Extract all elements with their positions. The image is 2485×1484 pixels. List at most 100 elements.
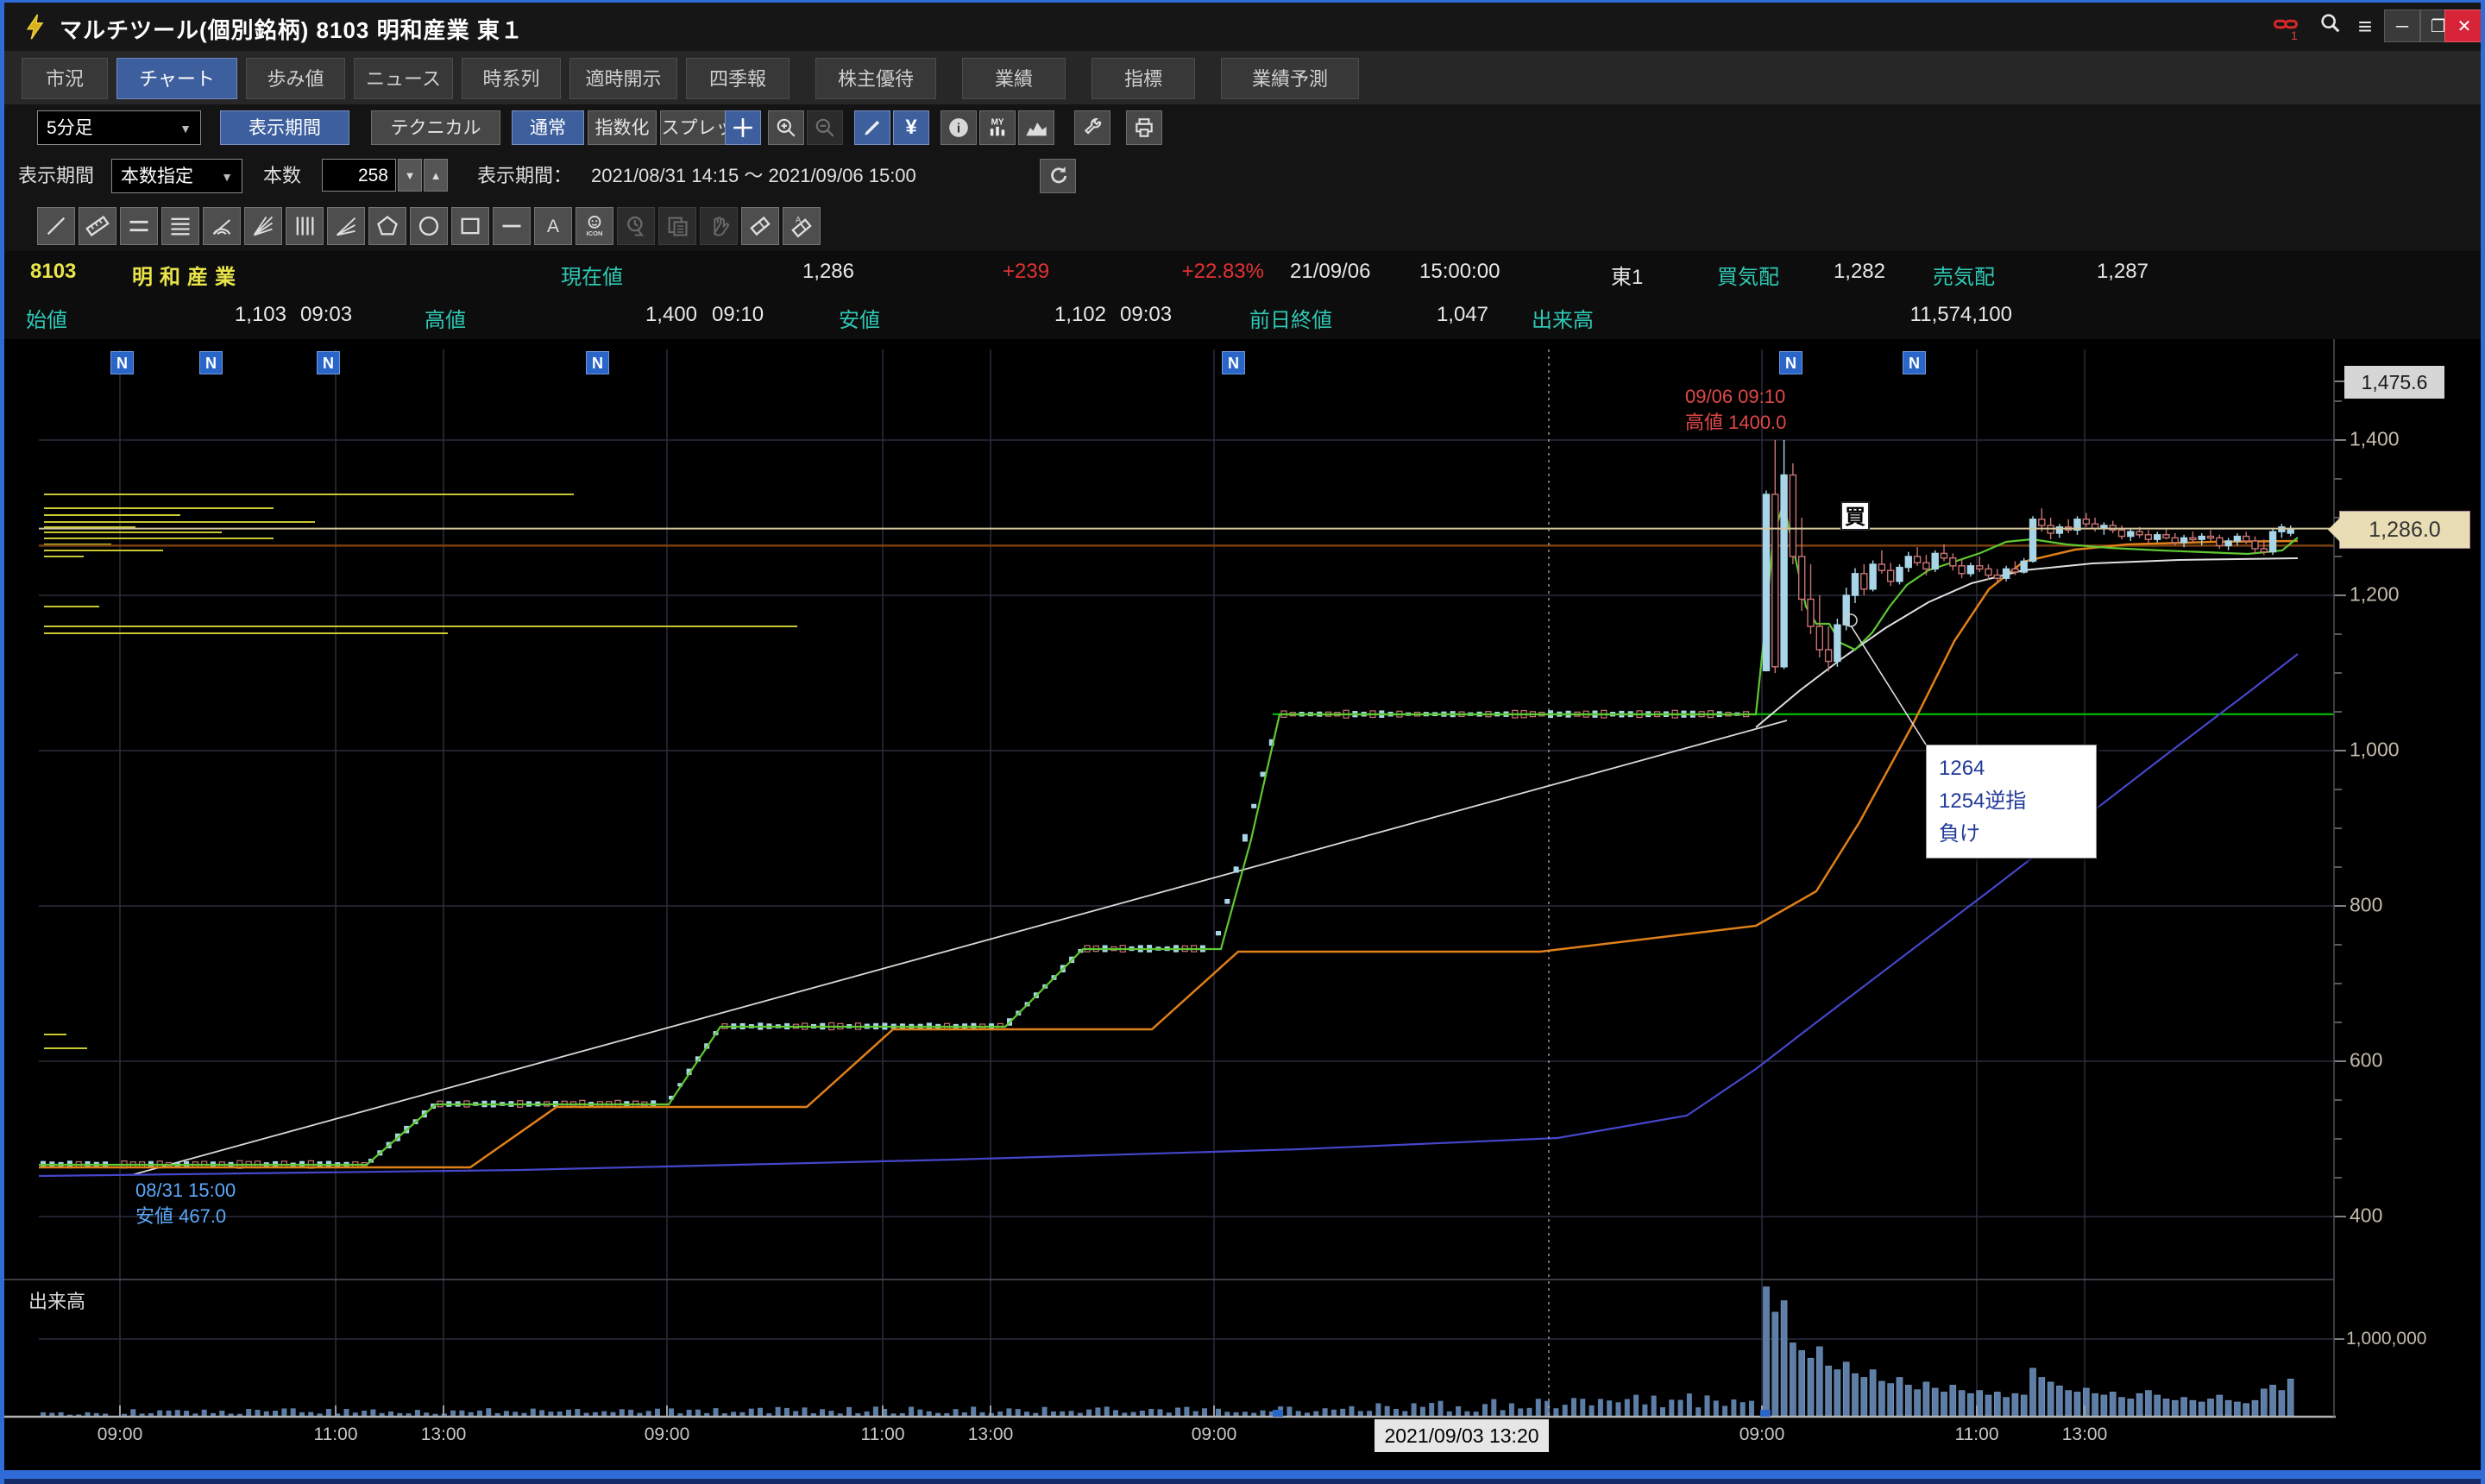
volume-bar: [1042, 1407, 1047, 1416]
tab-6[interactable]: 四季報: [686, 58, 790, 99]
text-icon[interactable]: A: [534, 207, 572, 245]
high-time: 09:10: [712, 303, 764, 327]
zoom-in-icon[interactable]: [768, 110, 804, 145]
eraser-text-icon[interactable]: A: [783, 207, 821, 245]
vertical-lines-icon[interactable]: [286, 207, 324, 245]
pencil-icon[interactable]: [854, 110, 890, 145]
news-marker-icon[interactable]: N: [1903, 351, 1926, 374]
info-icon[interactable]: i: [941, 110, 977, 145]
toolbar-button-2[interactable]: 通常: [512, 110, 584, 145]
news-marker-icon[interactable]: N: [199, 351, 223, 374]
hsegment-icon[interactable]: [493, 207, 531, 245]
tab-7[interactable]: 株主優待: [815, 58, 936, 99]
fibonacci-arcs-icon[interactable]: [203, 207, 241, 245]
fan-lines-icon[interactable]: [244, 207, 282, 245]
volume-bar: [175, 1410, 180, 1416]
trendline-icon[interactable]: [37, 207, 75, 245]
open-price: 1,103: [157, 303, 286, 327]
tab-5[interactable]: 適時開示: [569, 58, 677, 99]
news-marker-icon[interactable]: N: [1222, 351, 1245, 374]
toolbar-button-1[interactable]: テクニカル: [371, 110, 500, 145]
volume-bar: [1167, 1412, 1172, 1416]
tab-2[interactable]: 歩み値: [246, 58, 345, 99]
svg-text:A: A: [547, 217, 559, 236]
period-mode-select[interactable]: 本数指定▼: [111, 159, 242, 193]
news-marker-icon[interactable]: N: [586, 351, 609, 374]
volume-bar: [1261, 1411, 1266, 1416]
circle-icon[interactable]: [410, 207, 448, 245]
candle: [2190, 538, 2196, 539]
chart-area[interactable]: NNNNNNN1,4001,2001,00080060040009:0011:0…: [4, 339, 2485, 1484]
candle: [2225, 541, 2231, 545]
emoji-icon-icon[interactable]: ICON: [576, 207, 613, 245]
speed-lines-icon[interactable]: [327, 207, 365, 245]
tab-1[interactable]: チャート: [116, 58, 237, 99]
pentagon-icon[interactable]: [368, 207, 406, 245]
tab-8[interactable]: 業績: [962, 58, 1066, 99]
news-marker-icon[interactable]: N: [317, 351, 340, 374]
wrench-icon[interactable]: [1074, 110, 1110, 145]
link-icon[interactable]: 1: [2268, 11, 2303, 42]
tab-9[interactable]: 指標: [1092, 58, 1195, 99]
volume-bar: [927, 1412, 932, 1416]
volume-bar: [1888, 1384, 1894, 1416]
volume-bar: [1500, 1410, 1506, 1416]
toolbar-button-0[interactable]: 表示期間: [220, 110, 349, 145]
menu-icon[interactable]: ≡: [2348, 11, 2382, 42]
my-candle-icon[interactable]: MY: [979, 110, 1016, 145]
minimize-button[interactable]: ─: [2384, 9, 2420, 42]
search-icon[interactable]: [2313, 11, 2348, 42]
eraser-icon[interactable]: [741, 207, 779, 245]
volume-bar: [1660, 1407, 1665, 1416]
news-marker-icon[interactable]: N: [1779, 351, 1802, 374]
count-decrement-button[interactable]: ▼: [398, 159, 422, 192]
svg-text:MY: MY: [991, 118, 1004, 128]
tab-10[interactable]: 業績予測: [1221, 58, 1359, 99]
volume-bar: [1033, 1413, 1038, 1416]
volume-bar: [1915, 1390, 1921, 1416]
window-title: マルチツール(個別銘柄) 8103 明和産業 東１: [60, 13, 524, 45]
volume-bar: [944, 1413, 949, 1416]
refresh-icon[interactable]: [1040, 159, 1076, 193]
volume-bar: [504, 1411, 509, 1416]
toolbar-button-3[interactable]: 指数化: [588, 110, 657, 145]
bar-count-input[interactable]: 258: [322, 159, 396, 192]
volume-bar: [433, 1414, 438, 1416]
count-increment-button[interactable]: ▲: [424, 159, 448, 192]
tab-3[interactable]: ニュース: [354, 58, 453, 99]
volume-bar: [1184, 1407, 1189, 1416]
volume-bar: [2004, 1398, 2010, 1416]
interval-select[interactable]: 5分足▼: [37, 110, 201, 145]
crosshair-icon[interactable]: [725, 110, 761, 145]
volume-bar: [1553, 1408, 1558, 1416]
tab-0[interactable]: 市況: [22, 58, 108, 99]
volume-bar: [865, 1412, 870, 1416]
yen-icon[interactable]: ¥: [893, 110, 929, 145]
volume-bar: [749, 1409, 754, 1416]
two-hlines-icon[interactable]: [120, 207, 158, 245]
ruler-icon[interactable]: [79, 207, 116, 245]
tab-4[interactable]: 時系列: [462, 58, 561, 99]
candle: [2136, 531, 2142, 535]
chart-canvas[interactable]: [4, 339, 2485, 1484]
close-button[interactable]: ✕: [2444, 9, 2484, 42]
prev-close-label: 前日終値: [1249, 303, 1332, 333]
rectangle-icon[interactable]: [451, 207, 489, 245]
volume-bar: [1695, 1407, 1701, 1416]
printer-icon[interactable]: [1126, 110, 1162, 145]
open-time: 09:03: [300, 303, 352, 327]
news-marker-icon[interactable]: N: [110, 351, 134, 374]
history-icon[interactable]: [617, 207, 655, 245]
volume-bar: [264, 1412, 269, 1416]
buy-marker[interactable]: 買: [1840, 501, 1870, 531]
volume-bar: [2217, 1395, 2223, 1416]
copy-icon[interactable]: [658, 207, 696, 245]
hand-drag-icon[interactable]: [700, 207, 738, 245]
zoom-out-icon[interactable]: [807, 110, 843, 145]
volume-bar: [2030, 1368, 2036, 1416]
area-chart-icon[interactable]: [1018, 110, 1054, 145]
volume-bar: [291, 1408, 296, 1416]
volume-bar: [739, 1412, 745, 1416]
volume-bar: [1669, 1399, 1674, 1416]
multi-hlines-icon[interactable]: [161, 207, 199, 245]
